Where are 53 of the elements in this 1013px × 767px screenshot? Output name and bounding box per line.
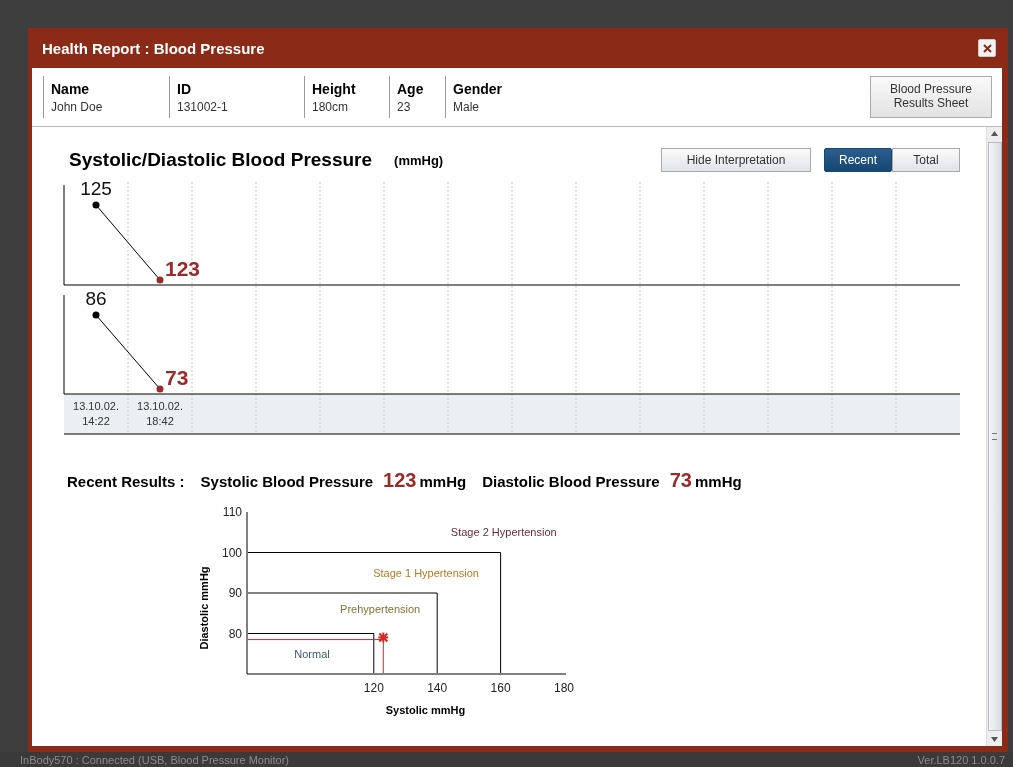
date-label: 13.10.02. xyxy=(137,400,183,412)
value-label: 125 xyxy=(80,178,112,199)
date-label: 13.10.02. xyxy=(73,400,119,412)
measure-unit: mmHg xyxy=(419,473,467,490)
zone-label: Stage 1 Hypertension xyxy=(373,566,479,579)
field-value: 131002-1 xyxy=(177,99,229,114)
field-label: Height xyxy=(312,80,357,97)
unit-label: (mmHg) xyxy=(394,152,444,168)
measure-name: Systolic Blood Pressure xyxy=(200,473,374,490)
field-value: John Doe xyxy=(51,99,104,114)
window-title: Health Report : Blood Pressure xyxy=(42,39,265,57)
value-label: 73 xyxy=(165,366,189,389)
field-label: ID xyxy=(177,80,192,97)
axis-title: Diastolic mmHg xyxy=(198,566,210,650)
measure-value: 123 xyxy=(383,469,417,492)
measure-name: Diastolic Blood Pressure xyxy=(482,473,660,490)
tick-label: 180 xyxy=(554,681,574,695)
value-label: 86 xyxy=(85,288,107,309)
field-value: 23 xyxy=(397,99,412,114)
zone-label: Prehypertension xyxy=(340,603,421,616)
tick-label: 100 xyxy=(221,545,242,560)
time-label: 18:42 xyxy=(146,415,174,427)
field-value: 180cm xyxy=(312,99,350,114)
range-tab[interactable]: Total xyxy=(892,148,960,172)
measure-unit: mmHg xyxy=(694,473,742,490)
down-arrow-icon[interactable] xyxy=(991,737,998,742)
time-label: 14:22 xyxy=(82,415,110,427)
value-label: 123 xyxy=(165,257,201,280)
field-label: Name xyxy=(51,80,91,97)
range-tab[interactable]: Recent xyxy=(824,148,892,172)
tick-label: 160 xyxy=(490,681,511,695)
field-value: Male xyxy=(453,99,480,114)
field-label: Gender xyxy=(453,80,503,97)
up-arrow-icon[interactable] xyxy=(991,131,998,136)
measure-value: 73 xyxy=(669,469,692,492)
results-label: Recent Results : xyxy=(67,473,185,490)
tick-label: 90 xyxy=(228,586,242,600)
zone-label: Normal xyxy=(294,647,330,660)
tick-label: 140 xyxy=(427,681,448,695)
chart-title: Systolic/Diastolic Blood Pressure xyxy=(69,149,373,171)
close-icon xyxy=(982,43,992,53)
zone-label: Stage 2 Hypertension xyxy=(450,526,557,539)
results-sheet-button[interactable]: Blood Pressure Results Sheet xyxy=(870,76,992,118)
hide-interpretation-button[interactable]: Hide Interpretation xyxy=(661,148,811,172)
close-button[interactable] xyxy=(978,39,996,57)
axis-title: Systolic mmHg xyxy=(385,704,466,716)
tick-label: 80 xyxy=(228,626,242,641)
version-label: Ver.LB120 1.0.0.7 xyxy=(917,753,1005,766)
field-label: Age xyxy=(397,80,425,97)
connection-status: InBody570 : Connected (USB, Blood Pressure Monitor) xyxy=(20,753,290,766)
tick-label: 120 xyxy=(363,681,384,695)
tick-label: 110 xyxy=(222,505,242,519)
result-marker xyxy=(377,631,390,644)
